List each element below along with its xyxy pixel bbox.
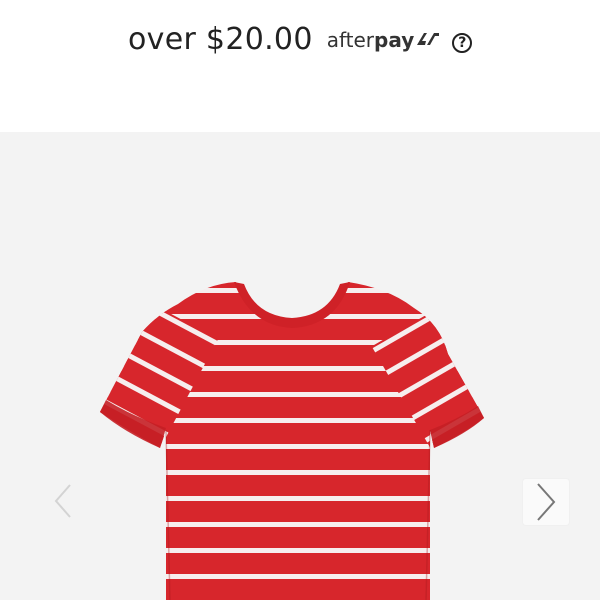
product-gallery [0, 132, 600, 600]
afterpay-banner: over $20.00 after pay ? [0, 0, 600, 132]
afterpay-row: over $20.00 after pay ? [128, 22, 473, 58]
afterpay-logo-after: after [326, 28, 375, 52]
installment-text: over $20.00 [128, 22, 313, 57]
chevron-right-icon [537, 483, 556, 521]
product-image[interactable] [0, 132, 600, 600]
previous-image-button[interactable] [40, 478, 86, 524]
next-image-button[interactable] [522, 478, 570, 526]
chevron-left-icon [54, 484, 71, 518]
afterpay-logo-pay: pay [374, 28, 415, 52]
afterpay-arrows-icon [417, 33, 440, 45]
afterpay-logo: after pay [327, 28, 441, 52]
help-icon[interactable]: ? [452, 33, 473, 53]
